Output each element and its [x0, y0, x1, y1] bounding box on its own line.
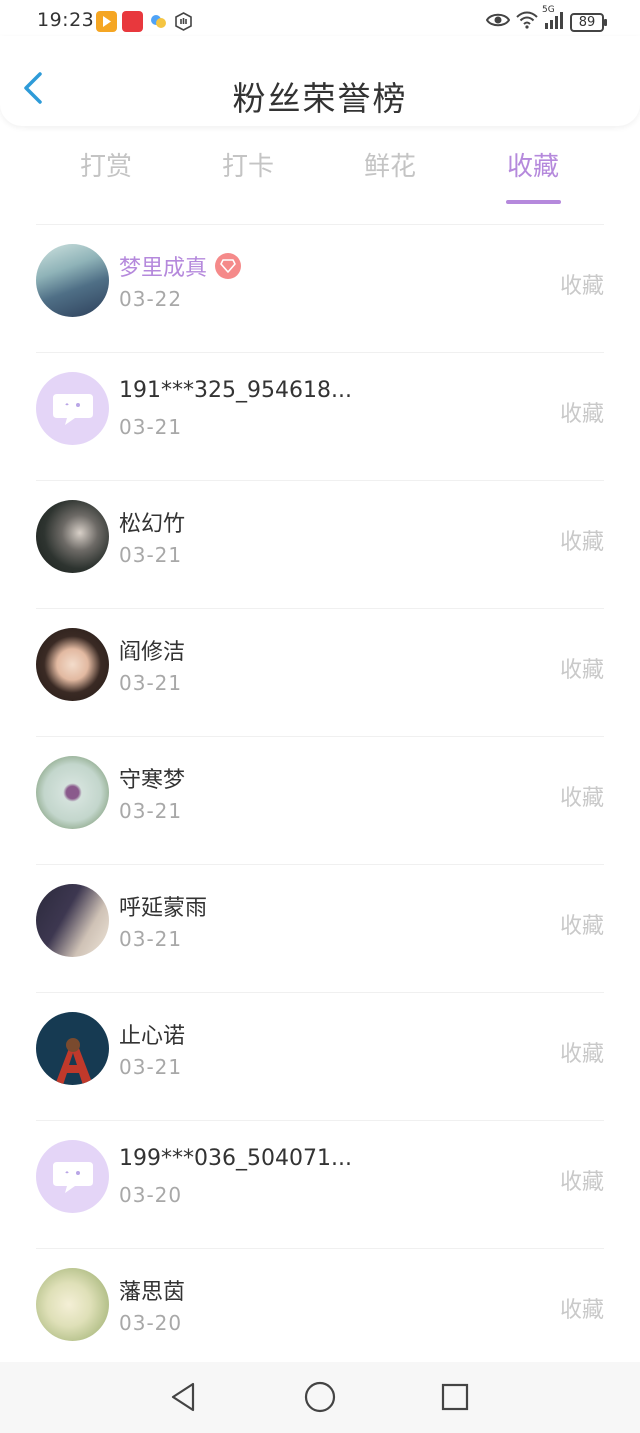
list-item[interactable]: 呼延蒙雨 03-21 收藏	[0, 864, 640, 992]
tab-label: 收藏	[506, 152, 559, 182]
user-name: 阎修洁	[119, 640, 186, 665]
page-title: 粉丝荣誉榜	[232, 79, 408, 118]
tab-label: 鲜花	[363, 152, 416, 182]
divider	[36, 1248, 604, 1249]
tab-bar: 打赏 打卡 鲜花 收藏	[0, 138, 640, 218]
back-triangle-icon[interactable]	[167, 1380, 201, 1414]
list-item[interactable]: 藩思茵 03-20 收藏	[0, 1248, 640, 1376]
date: 03-21	[119, 1055, 183, 1079]
user-name-row: 松幻竹	[119, 506, 185, 538]
date: 03-21	[119, 415, 183, 439]
tab-underline	[506, 200, 561, 204]
notification-app-icon	[148, 11, 169, 32]
avatar[interactable]	[36, 244, 109, 317]
signal-icon: 5G	[542, 5, 564, 33]
tab-label: 打卡	[221, 152, 274, 182]
wifi-icon	[516, 11, 538, 33]
favorite-label: 收藏	[559, 658, 604, 683]
divider	[36, 480, 604, 481]
list-item[interactable]: 梦里成真 03-22 收藏	[0, 224, 640, 352]
tab-checkin[interactable]: 打卡	[193, 146, 303, 183]
divider	[36, 864, 604, 865]
list-item[interactable]: 止心诺 03-21 收藏	[0, 992, 640, 1120]
user-name: 止心诺	[119, 1024, 186, 1049]
user-name-row: 191***325_954618...	[119, 378, 352, 403]
tab-label: 打赏	[79, 152, 132, 182]
list-item[interactable]: 191***325_954618... 03-21 收藏	[0, 352, 640, 480]
divider	[36, 1120, 604, 1121]
list-item[interactable]: 松幻竹 03-21 收藏	[0, 480, 640, 608]
favorite-label: 收藏	[559, 402, 604, 427]
favorite-label: 收藏	[559, 530, 604, 555]
date: 03-21	[119, 927, 183, 951]
date: 03-21	[119, 671, 183, 695]
user-name: 藩思茵	[119, 1280, 186, 1305]
eye-icon	[485, 12, 511, 32]
status-icons: 5G 89	[485, 5, 607, 34]
system-nav-bar	[0, 1362, 640, 1433]
date: 03-21	[119, 799, 183, 823]
user-name-row: 守寒梦	[119, 762, 185, 794]
tab-flowers[interactable]: 鲜花	[335, 146, 445, 183]
recents-square-icon[interactable]	[438, 1380, 472, 1414]
favorite-label: 收藏	[559, 1042, 604, 1067]
list-item[interactable]: 阎修洁 03-21 收藏	[0, 608, 640, 736]
user-name-row: 阎修洁	[119, 634, 185, 666]
user-name-row: 呼延蒙雨	[119, 890, 207, 922]
home-circle-icon[interactable]	[303, 1380, 337, 1414]
notification-app-icon	[96, 11, 117, 32]
divider	[36, 352, 604, 353]
divider	[36, 224, 604, 225]
user-name: 191***325_954618...	[119, 378, 352, 403]
date: 03-22	[119, 287, 183, 311]
list-item[interactable]: 守寒梦 03-21 收藏	[0, 736, 640, 864]
user-name: 呼延蒙雨	[119, 896, 208, 921]
user-name: 松幻竹	[119, 512, 186, 537]
notification-app-icon	[173, 11, 194, 32]
user-name: 199***036_504071...	[119, 1146, 352, 1171]
avatar[interactable]	[36, 884, 109, 957]
favorite-label: 收藏	[559, 274, 604, 299]
date: 03-21	[119, 543, 183, 567]
status-time: 19:23	[37, 9, 95, 31]
default-avatar-icon[interactable]	[36, 372, 109, 445]
avatar[interactable]	[36, 756, 109, 829]
tab-reward[interactable]: 打赏	[51, 146, 161, 183]
network-type: 5G	[542, 5, 555, 15]
avatar[interactable]	[36, 500, 109, 573]
notification-app-icon	[122, 11, 143, 32]
tab-favorites[interactable]: 收藏	[478, 146, 588, 204]
user-name-row: 梦里成真	[119, 250, 242, 282]
user-name-row: 199***036_504071...	[119, 1146, 352, 1171]
favorite-label: 收藏	[559, 914, 604, 939]
divider	[36, 608, 604, 609]
battery-indicator: 89	[570, 12, 607, 32]
list-item[interactable]: 199***036_504071... 03-20 收藏	[0, 1120, 640, 1248]
date: 03-20	[119, 1311, 183, 1335]
favorite-label: 收藏	[559, 786, 604, 811]
favorite-label: 收藏	[559, 1298, 604, 1323]
date: 03-20	[119, 1183, 183, 1207]
divider	[36, 992, 604, 993]
header: 粉丝荣誉榜	[0, 36, 640, 126]
vip-diamond-icon	[215, 253, 242, 279]
user-name: 守寒梦	[119, 768, 186, 793]
divider	[36, 736, 604, 737]
user-name: 梦里成真	[119, 256, 208, 281]
user-name-row: 藩思茵	[119, 1274, 185, 1306]
favorite-label: 收藏	[559, 1170, 604, 1195]
default-avatar-icon[interactable]	[36, 1140, 109, 1213]
user-name-row: 止心诺	[119, 1018, 185, 1050]
avatar[interactable]	[36, 1268, 109, 1341]
avatar[interactable]	[36, 628, 109, 701]
avatar[interactable]	[36, 1012, 109, 1085]
